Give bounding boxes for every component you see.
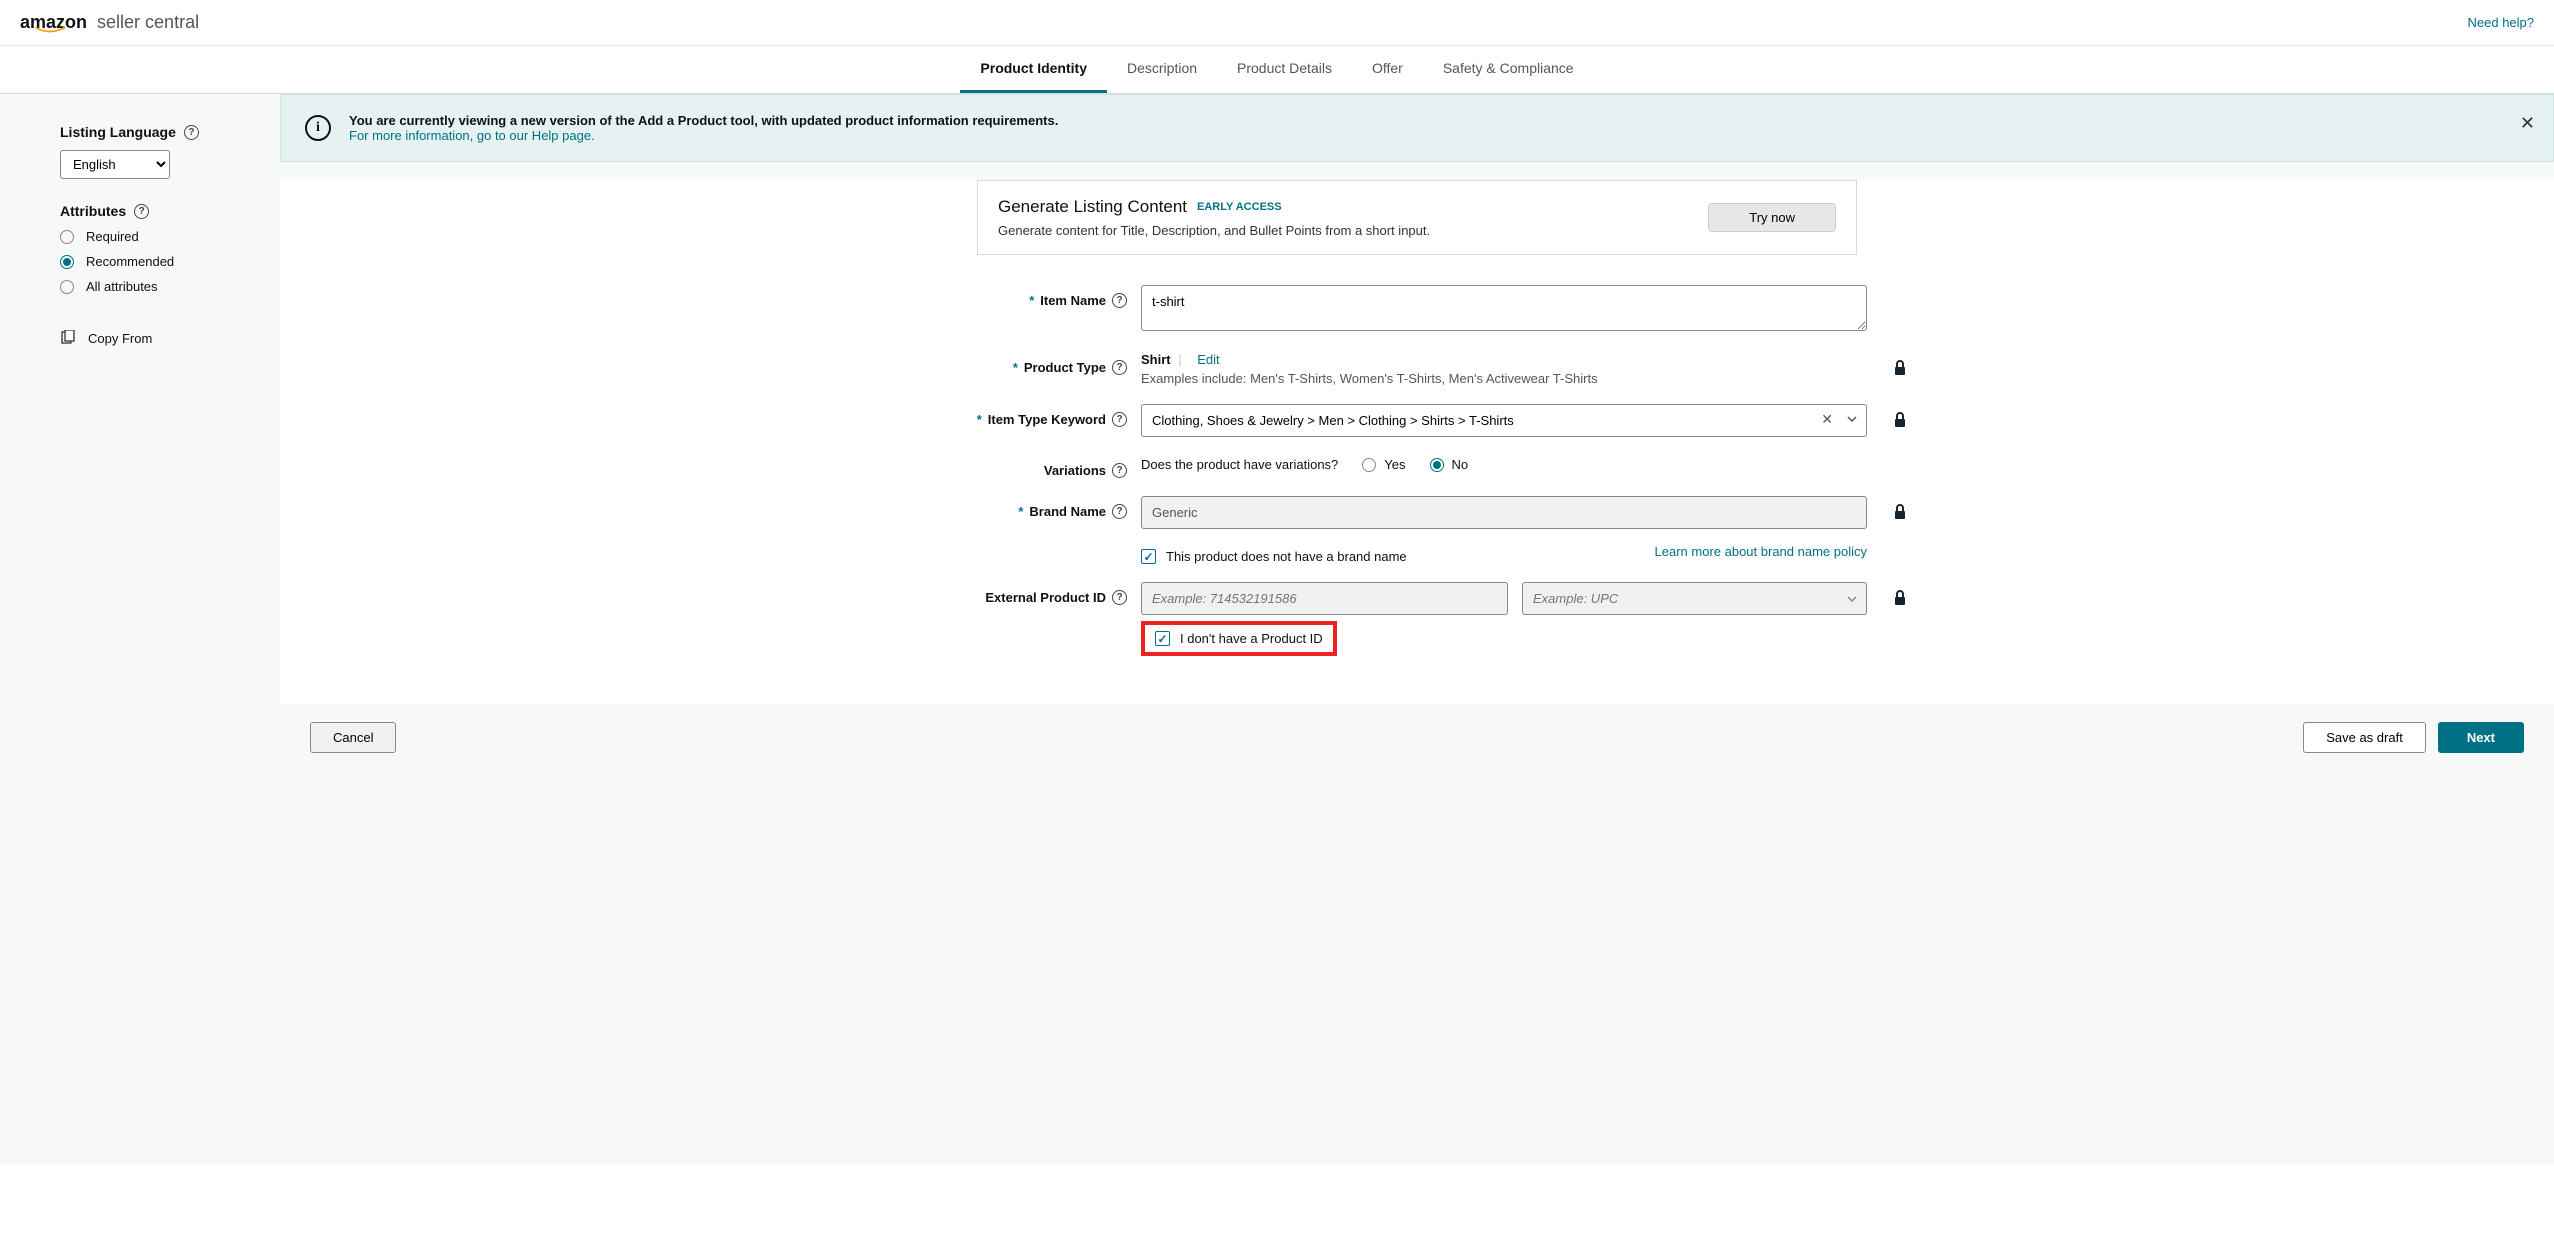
row-variations: Variations ? Does the product have varia…: [907, 455, 1927, 478]
lock-icon: [1893, 504, 1907, 520]
help-icon[interactable]: ?: [1112, 360, 1127, 375]
attr-option-recommended[interactable]: Recommended: [60, 254, 260, 269]
try-now-button[interactable]: Try now: [1708, 203, 1836, 232]
tab-description[interactable]: Description: [1107, 46, 1217, 93]
brand-policy-link[interactable]: Learn more about brand name policy: [1655, 544, 1867, 559]
tab-safety-compliance[interactable]: Safety & Compliance: [1423, 46, 1594, 93]
attr-option-required[interactable]: Required: [60, 229, 260, 244]
tab-offer[interactable]: Offer: [1352, 46, 1423, 93]
info-icon: i: [305, 115, 331, 141]
item-name-label: Item Name: [1040, 293, 1106, 308]
external-product-id-type-select: [1522, 582, 1867, 615]
item-type-keyword-label: Item Type Keyword: [988, 412, 1106, 427]
help-icon[interactable]: ?: [1112, 504, 1127, 519]
variations-no-label: No: [1452, 457, 1469, 472]
listing-language-label: Listing Language: [60, 124, 176, 140]
row-external-product-id: External Product ID ?: [907, 582, 1927, 656]
next-button[interactable]: Next: [2438, 722, 2524, 753]
product-type-examples: Examples include: Men's T-Shirts, Women'…: [1141, 371, 1867, 386]
external-product-id-input: [1141, 582, 1508, 615]
generate-title: Generate Listing Content: [998, 197, 1187, 217]
nav-tabs: Product Identity Description Product Det…: [0, 46, 2554, 94]
banner-help-link[interactable]: For more information, go to our Help pag…: [349, 128, 595, 143]
language-select[interactable]: English: [60, 150, 170, 179]
row-product-type: * Product Type ? Shirt | Edit Examples i…: [907, 352, 1927, 386]
product-form: * Item Name ? t-shirt * Product Type ?: [907, 285, 1927, 656]
external-product-id-label: External Product ID: [985, 590, 1106, 605]
variations-yes[interactable]: Yes: [1362, 457, 1405, 472]
attributes-label: Attributes: [60, 203, 126, 219]
generate-description: Generate content for Title, Description,…: [998, 223, 1430, 238]
copy-from-button[interactable]: Copy From: [60, 330, 260, 346]
no-product-id-highlight: I don't have a Product ID: [1141, 621, 1337, 656]
banner-line1: You are currently viewing a new version …: [349, 113, 1058, 128]
lock-icon: [1893, 360, 1907, 376]
save-as-draft-button[interactable]: Save as draft: [2303, 722, 2426, 753]
logo[interactable]: amazon seller central: [20, 12, 199, 33]
row-item-type-keyword: * Item Type Keyword ? ✕: [907, 404, 1927, 437]
product-type-edit-link[interactable]: Edit: [1197, 352, 1219, 367]
help-icon[interactable]: ?: [134, 204, 149, 219]
need-help-link[interactable]: Need help?: [2468, 15, 2535, 30]
chevron-down-icon: [1847, 594, 1857, 604]
attr-option-all[interactable]: All attributes: [60, 279, 260, 294]
attributes-radio-group: Required Recommended All attributes: [60, 229, 260, 294]
help-icon[interactable]: ?: [1112, 463, 1127, 478]
radio-icon: [60, 255, 74, 269]
product-type-label: Product Type: [1024, 360, 1106, 375]
product-type-value: Shirt: [1141, 352, 1171, 367]
logo-seller-text: seller central: [97, 12, 199, 33]
variations-label: Variations: [1044, 463, 1106, 478]
tab-product-identity[interactable]: Product Identity: [960, 46, 1107, 93]
no-product-id-checkbox[interactable]: [1155, 631, 1170, 646]
copy-from-label: Copy From: [88, 331, 152, 346]
help-icon[interactable]: ?: [184, 125, 199, 140]
info-banner-text: You are currently viewing a new version …: [349, 113, 2529, 143]
footer: Cancel Save as draft Next: [280, 704, 2554, 771]
attributes-title: Attributes ?: [60, 203, 260, 219]
close-icon[interactable]: ✕: [2520, 113, 2535, 134]
help-icon[interactable]: ?: [1112, 412, 1127, 427]
attr-option-label: All attributes: [86, 279, 158, 294]
info-banner: i You are currently viewing a new versio…: [280, 94, 2554, 162]
lock-icon: [1893, 412, 1907, 428]
no-product-id-label: I don't have a Product ID: [1180, 631, 1323, 646]
clear-icon[interactable]: ✕: [1821, 411, 1833, 428]
no-brand-checkbox[interactable]: [1141, 549, 1156, 564]
tab-product-details[interactable]: Product Details: [1217, 46, 1352, 93]
variations-question: Does the product have variations?: [1141, 457, 1338, 472]
cancel-button[interactable]: Cancel: [310, 722, 396, 753]
attr-option-label: Required: [86, 229, 139, 244]
attr-option-label: Recommended: [86, 254, 174, 269]
no-brand-label: This product does not have a brand name: [1166, 549, 1407, 564]
help-icon[interactable]: ?: [1112, 590, 1127, 605]
help-icon[interactable]: ?: [1112, 293, 1127, 308]
row-brand-name: * Brand Name ? This product does not hav…: [907, 496, 1927, 564]
radio-icon: [60, 230, 74, 244]
item-name-input[interactable]: t-shirt: [1141, 285, 1867, 331]
amazon-smile-icon: [31, 26, 69, 34]
variations-yes-label: Yes: [1384, 457, 1405, 472]
row-item-name: * Item Name ? t-shirt: [907, 285, 1927, 334]
chevron-down-icon[interactable]: [1847, 414, 1857, 424]
generate-listing-card: Generate Listing Content EARLY ACCESS Ge…: [977, 180, 1857, 255]
lock-icon: [1893, 590, 1907, 606]
main-content: i You are currently viewing a new versio…: [280, 94, 2554, 1165]
variations-no[interactable]: No: [1430, 457, 1469, 472]
listing-language-title: Listing Language ?: [60, 124, 260, 140]
sidebar: Listing Language ? English Attributes ? …: [0, 94, 280, 1165]
radio-icon: [60, 280, 74, 294]
header: amazon seller central Need help?: [0, 0, 2554, 46]
radio-icon: [1362, 458, 1376, 472]
brand-name-input: [1141, 496, 1867, 529]
brand-name-label: Brand Name: [1029, 504, 1106, 519]
copy-icon: [60, 330, 76, 346]
item-type-keyword-input[interactable]: [1141, 404, 1867, 437]
early-access-badge: EARLY ACCESS: [1197, 201, 1282, 213]
radio-icon: [1430, 458, 1444, 472]
